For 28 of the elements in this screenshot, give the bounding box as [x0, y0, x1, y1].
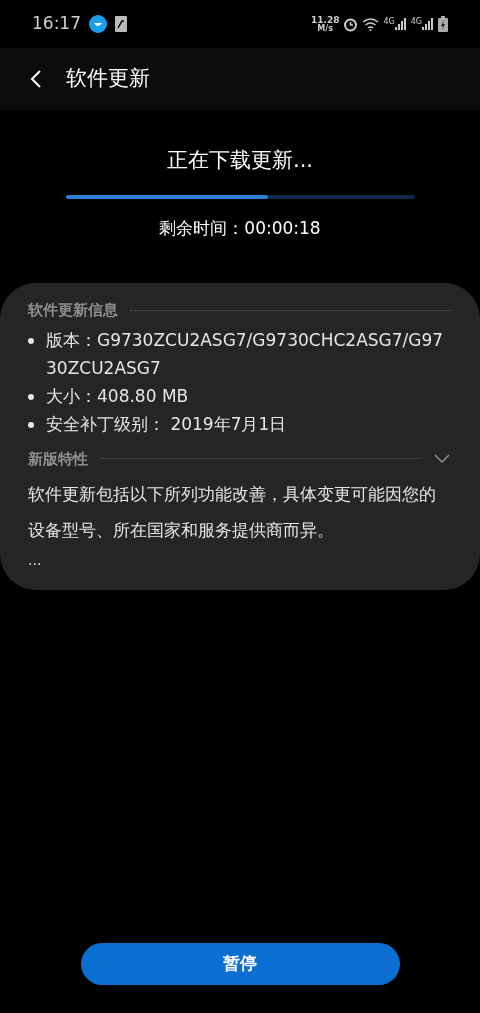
bullet-icon: [28, 337, 34, 344]
network-type: 4G: [410, 18, 422, 26]
pause-button[interactable]: 暂停: [80, 943, 400, 985]
back-icon: [30, 69, 42, 89]
bullet-icon: [28, 421, 34, 428]
more-text: ...: [28, 551, 43, 570]
download-status: 正在下载更新...: [167, 147, 313, 174]
app-notification-icon: [115, 16, 127, 32]
info-item: 版本：G9730ZCU2ASG7/G9730CHC2ASG7/G9730ZCU2ASG7: [46, 328, 445, 380]
page-title: 软件更新: [66, 65, 150, 93]
remaining-time: 剩余时间：00:00:18: [159, 216, 321, 240]
battery-charging-icon: [438, 16, 448, 32]
net-speed: 11.28: [310, 15, 340, 25]
info-item: 安全补丁级别： 2019年7月1日: [46, 412, 287, 436]
network-type: 4G: [383, 18, 395, 26]
app-notification-icon: [89, 15, 107, 33]
bullet-icon: [28, 393, 34, 400]
section-heading: 新版特性: [28, 448, 88, 470]
signal-icon: [394, 18, 407, 30]
clock: 16:17: [32, 12, 81, 36]
info-item: 大小：408.80 MB: [46, 384, 189, 408]
net-speed-unit: M/s: [317, 24, 333, 33]
alarm-icon: [343, 16, 359, 32]
wifi-icon: [362, 17, 380, 31]
section-heading: 软件更新信息: [28, 300, 118, 321]
chevron-down-icon: [434, 453, 450, 464]
signal-icon: [422, 18, 434, 30]
features-description: 软件更新包括以下所列功能改善，具体变更可能因您的设备型号、所在国家和服务提供商而异。: [28, 483, 437, 542]
